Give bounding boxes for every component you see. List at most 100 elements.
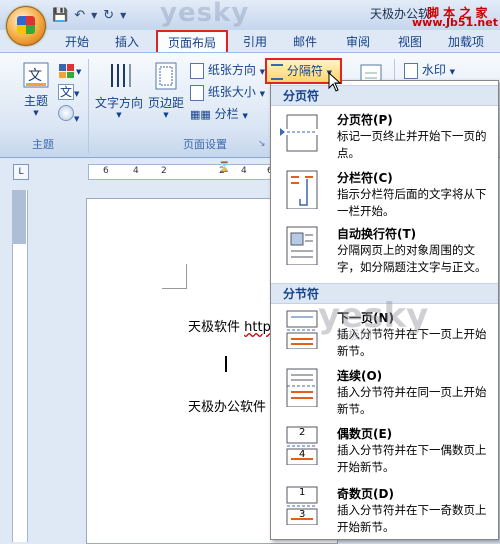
office-button[interactable] <box>6 6 46 46</box>
column-break-title: 分栏符(C) <box>337 171 393 185</box>
column-break-desc: 指示分栏符后面的文字将从下一栏开始。 <box>337 187 487 218</box>
tab-addins[interactable]: 加载项 <box>444 33 488 51</box>
ruler-tick: 4 <box>241 166 247 176</box>
page-break-title: 分页符(P) <box>337 113 393 127</box>
margins-dropdown-icon: ▼ <box>163 111 169 119</box>
ruler-tick: 4 <box>133 166 139 176</box>
even-page-section-item[interactable]: 2 4 偶数页(E) 插入分节符并在下一偶数页上开始新节。 <box>271 423 498 481</box>
columns-label: 分栏 <box>214 107 239 121</box>
save-icon[interactable]: 💾 <box>52 8 68 23</box>
page-setup-group-label: 页面设置 <box>183 138 227 151</box>
text-wrapping-break-title: 自动换行符(T) <box>337 227 417 241</box>
document-line-1[interactable]: 天极软件 http <box>188 316 271 335</box>
tab-page-layout[interactable]: 页面布局 <box>156 30 228 52</box>
document-line-2[interactable]: 天极办公软件 <box>188 396 266 415</box>
margins-button[interactable]: 页边距 ▼ <box>146 61 186 119</box>
themes-label: 主题 <box>23 94 48 108</box>
breaks-label: 分隔符 <box>286 64 323 78</box>
tab-references[interactable]: 引用 <box>240 33 270 51</box>
theme-colors-button[interactable]: ▼ <box>58 61 81 79</box>
even-page-desc: 插入分节符并在下一偶数页上开始新节。 <box>337 443 487 474</box>
columns-button[interactable]: ▦▦ 分栏 ▼ <box>190 105 248 123</box>
site-url-watermark: www.Jb51.net <box>412 16 498 29</box>
even-page-title: 偶数页(E) <box>337 427 393 441</box>
indent-marker-icon[interactable]: ⌛ <box>218 162 230 173</box>
size-icon <box>190 84 204 101</box>
document-text: 天极软件 <box>188 320 241 335</box>
continuous-title: 连续(O) <box>337 369 383 383</box>
quick-access-toolbar: 💾 ↶ ▼ ↻ ▼ <box>52 6 126 24</box>
odd-page-section-item[interactable]: 1 3 奇数页(D) 插入分节符并在下一奇数页上开始新节。 <box>271 483 498 539</box>
even-icon-digit: 2 <box>299 427 306 438</box>
text-wrapping-break-desc: 分隔网页上的对象周围的文字，如分隔题注文字与正文。 <box>337 243 487 274</box>
ruler-tick: 6 <box>103 166 109 176</box>
tab-view[interactable]: 视图 <box>395 33 425 51</box>
tab-review[interactable]: 审阅 <box>343 33 373 51</box>
margins-icon <box>155 62 177 90</box>
page-break-desc: 标记一页终止并开始下一页的点。 <box>337 129 487 160</box>
orientation-label: 纸张方向 <box>207 63 256 77</box>
tab-mailings[interactable]: 邮件 <box>290 33 320 51</box>
yesky-title-watermark: yesky <box>160 0 250 28</box>
continuous-icon <box>286 368 318 407</box>
themes-icon: 文 <box>23 62 49 88</box>
customize-qat-icon[interactable]: ▼ <box>120 11 126 20</box>
dropdown-small-icon[interactable]: ▼ <box>91 11 97 20</box>
margins-label: 页边距 <box>147 96 184 110</box>
even-icon-digit-2: 4 <box>299 449 306 460</box>
size-button[interactable]: 纸张大小 ▼ <box>190 83 265 101</box>
mouse-pointer-icon <box>328 72 342 92</box>
yesky-watermark: yesky <box>318 296 429 336</box>
continuous-desc: 插入分节符并在同一页上开始新节。 <box>337 385 487 416</box>
orientation-button[interactable]: 纸张方向 ▼ <box>190 61 265 79</box>
group-separator <box>88 59 89 153</box>
columns-icon: ▦▦ <box>190 108 211 121</box>
continuous-section-item[interactable]: 连续(O) 插入分节符并在同一页上开始新节。 <box>271 365 498 421</box>
orientation-icon <box>190 62 204 79</box>
ruler-tick: 2 <box>161 166 167 176</box>
ribbon-tabs: 开始 插入 页面布局 引用 邮件 审阅 视图 加载项 <box>0 30 500 52</box>
themes-button[interactable]: 文 主题 ▼ <box>14 61 58 117</box>
office-logo-icon <box>17 16 35 34</box>
themes-dropdown-arrow-icon: ▼ <box>33 109 39 117</box>
watermark-button[interactable]: 水印 ▼ <box>404 61 455 79</box>
yesky-watermark-sub: 天极网 <box>336 328 373 342</box>
next-page-icon <box>286 310 318 349</box>
undo-icon[interactable]: ↶ <box>74 8 85 23</box>
vertical-ruler-margin <box>12 190 26 244</box>
redo-icon[interactable]: ↻ <box>103 8 114 23</box>
tab-insert[interactable]: 插入 <box>112 33 142 51</box>
size-label: 纸张大小 <box>207 85 256 99</box>
watermark-label: 水印 <box>421 63 446 77</box>
watermark-icon <box>404 62 418 79</box>
margin-corner-mark <box>162 264 187 289</box>
text-direction-button[interactable]: 文字方向 ▼ <box>94 61 144 119</box>
text-wrapping-break-icon <box>286 226 318 265</box>
odd-icon-digit-2: 3 <box>299 509 306 520</box>
theme-fonts-label: 文 <box>58 84 75 100</box>
column-break-icon <box>286 170 318 209</box>
text-direction-dropdown-icon: ▼ <box>116 111 122 119</box>
page-break-item[interactable]: 分页符(P) 标记一页终止并开始下一页的点。 <box>271 109 498 165</box>
odd-page-title: 奇数页(D) <box>337 487 394 501</box>
theme-effects-button[interactable]: ▼ <box>58 105 79 123</box>
horizontal-ruler[interactable]: 6 4 2 2 4 6 <box>88 164 290 180</box>
tab-selector[interactable]: L <box>13 164 29 180</box>
text-wrapping-break-item[interactable]: 自动换行符(T) 分隔网页上的对象周围的文字，如分隔题注文字与正文。 <box>271 221 498 283</box>
text-direction-label: 文字方向 <box>94 96 143 110</box>
odd-page-desc: 插入分节符并在下一奇数页上开始新节。 <box>337 503 487 534</box>
column-break-item[interactable]: 分栏符(C) 指示分栏符后面的文字将从下一栏开始。 <box>271 165 498 221</box>
theme-fonts-button[interactable]: 文 ▼ <box>58 83 79 101</box>
text-direction-icon <box>111 64 131 87</box>
breaks-icon <box>271 63 283 80</box>
text-cursor <box>225 356 227 372</box>
page-setup-launcher-icon[interactable]: ↘ <box>258 139 266 149</box>
theme-group-label: 主题 <box>32 138 54 151</box>
theme-colors-icon <box>59 63 74 78</box>
tab-home[interactable]: 开始 <box>62 33 92 51</box>
page-break-icon <box>286 114 318 152</box>
pointer-arrow-icon <box>280 128 285 136</box>
page-breaks-header: 分页符 <box>271 85 498 106</box>
theme-effects-icon <box>58 105 74 121</box>
odd-icon-digit: 1 <box>299 487 306 498</box>
